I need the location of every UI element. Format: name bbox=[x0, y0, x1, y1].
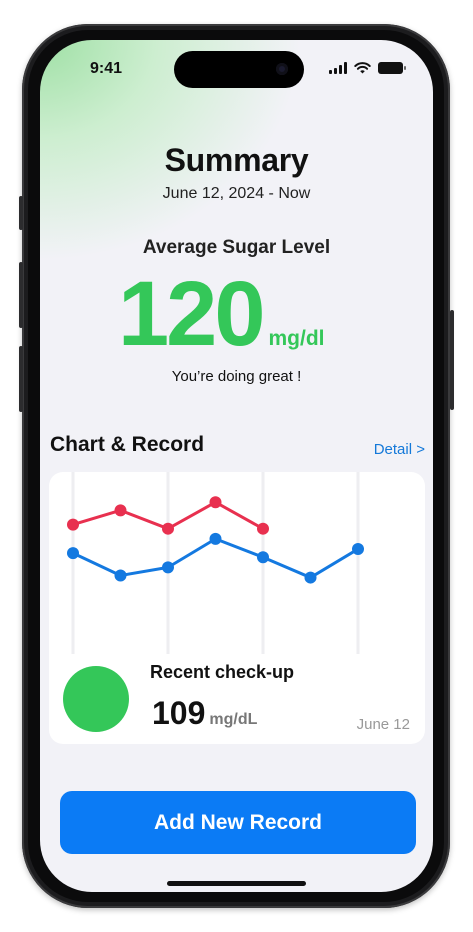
action-button bbox=[19, 196, 23, 230]
battery-icon bbox=[378, 62, 406, 74]
recent-checkup-label: Recent check-up bbox=[150, 662, 295, 682]
camera-icon bbox=[276, 63, 288, 75]
recent-date: June 12 bbox=[356, 716, 410, 733]
status-time: 9:41 bbox=[90, 60, 123, 77]
chart-data-point bbox=[162, 522, 174, 535]
chart-data-point bbox=[67, 518, 79, 531]
chart-data-point bbox=[114, 569, 127, 582]
average-unit: mg/dl bbox=[268, 327, 325, 350]
volume-up-button bbox=[19, 262, 23, 328]
wifi-icon bbox=[354, 62, 371, 74]
recent-unit: mg/dL bbox=[209, 711, 258, 728]
chart-data-point bbox=[257, 522, 269, 535]
status-icons bbox=[329, 62, 406, 74]
chart-data-point bbox=[257, 551, 269, 564]
chart-data-point bbox=[352, 543, 364, 556]
date-range: June 12, 2024 - Now bbox=[162, 185, 311, 202]
section-title: Chart & Record bbox=[50, 433, 205, 456]
chart-data-point bbox=[209, 496, 222, 509]
app-screen: 9:41 Summary June 12, 2024 - Now Average… bbox=[40, 40, 433, 892]
recent-reading: 109 mg/dL bbox=[152, 695, 257, 732]
sugar-level-chart bbox=[67, 472, 364, 654]
average-label: Average Sugar Level bbox=[142, 237, 331, 258]
encouragement-text: You’re doing great ! bbox=[171, 368, 302, 385]
chart-data-point bbox=[67, 547, 79, 560]
page-title: Summary bbox=[164, 142, 309, 178]
chart-data-point bbox=[162, 561, 174, 574]
average-reading: 120 mg/dl bbox=[118, 268, 325, 360]
add-new-record-button[interactable]: Add New Record bbox=[60, 791, 416, 854]
recent-status-indicator bbox=[63, 666, 129, 732]
detail-link[interactable]: Detail > bbox=[374, 441, 425, 458]
average-value: 120 bbox=[118, 263, 265, 365]
dynamic-island bbox=[174, 51, 304, 88]
recent-value: 109 bbox=[152, 695, 206, 731]
chart-record-card[interactable]: Recent check-up 109 mg/dL June 12 bbox=[49, 472, 425, 744]
chart-data-point bbox=[209, 532, 222, 545]
power-button bbox=[450, 310, 454, 410]
chart-data-point bbox=[304, 571, 317, 584]
cellular-signal-icon bbox=[329, 62, 347, 74]
chart-data-point bbox=[114, 504, 127, 517]
home-indicator[interactable] bbox=[167, 881, 306, 886]
volume-down-button bbox=[19, 346, 23, 412]
